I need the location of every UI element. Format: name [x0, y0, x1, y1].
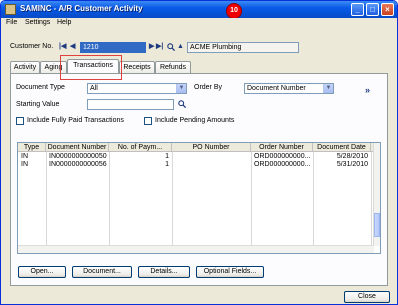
include-pending-checkbox[interactable] [144, 117, 152, 125]
tab-refunds[interactable]: Refunds [155, 61, 191, 73]
scrollbar-thumb[interactable] [374, 213, 380, 237]
app-icon [5, 4, 16, 15]
include-fully-paid-label: Include Fully Paid Transactions [27, 117, 124, 124]
menu-settings[interactable]: Settings [25, 19, 50, 26]
cell-order-number: ORD000000000... [254, 153, 311, 160]
customer-no-label: Customer No. [10, 43, 54, 50]
last-record-icon[interactable]: ▶| [156, 42, 163, 52]
customer-number-input[interactable]: 1210 [80, 42, 146, 53]
vertical-scrollbar[interactable] [373, 143, 380, 246]
maximize-button[interactable]: □ [366, 3, 379, 16]
window-close-button[interactable]: × [381, 3, 394, 16]
tab-receipts[interactable]: Receipts [119, 61, 155, 73]
column-header-po-number[interactable]: PO Number [172, 143, 251, 152]
document-button[interactable]: Document... [72, 266, 132, 278]
table-row[interactable]: IN IN0000000000056 1 ORD000000000... 5/3… [18, 161, 380, 169]
column-header-order-number[interactable]: Order Number [251, 143, 313, 152]
document-type-select[interactable]: All ▼ [87, 83, 187, 94]
cell-document-date: 5/28/2010 [336, 153, 368, 160]
cell-no-of-payments: 1 [165, 153, 169, 160]
cursor-step-badge: 10 [226, 3, 242, 19]
finder-search-icon[interactable] [178, 100, 186, 108]
customer-name-field: ACME Plumbing [187, 42, 299, 53]
cell-document-date: 5/31/2010 [336, 161, 368, 168]
starting-value-input[interactable] [87, 99, 174, 110]
chevron-down-icon: ▼ [323, 84, 333, 93]
document-type-label: Document Type [16, 84, 65, 91]
order-by-select[interactable]: Document Number ▼ [244, 83, 334, 94]
column-header-document-number[interactable]: Document Number [46, 143, 109, 152]
cell-order-number: ORD000000000... [254, 161, 311, 168]
cell-document-number: IN0000000000056 [49, 161, 107, 168]
cell-po-number [175, 153, 249, 161]
open-button[interactable]: Open... [18, 266, 66, 278]
chevron-down-icon: ▼ [176, 84, 186, 93]
table-row[interactable]: IN IN0000000000050 1 ORD000000000... 5/2… [18, 153, 380, 161]
cell-document-number: IN0000000000050 [49, 153, 107, 160]
cell-po-number [175, 161, 249, 169]
menu-help[interactable]: Help [57, 19, 71, 26]
column-header-no-of-payments[interactable]: No. of Paym... [109, 143, 172, 152]
menu-file[interactable]: File [6, 19, 17, 26]
starting-value-label: Starting Value [16, 101, 60, 108]
zoom-up-icon[interactable]: ▲ [177, 42, 184, 52]
cell-type: IN [21, 153, 28, 160]
document-type-value: All [90, 85, 98, 92]
first-record-icon[interactable]: |◀ [59, 42, 66, 52]
window-title: SAMINC - A/R Customer Activity [20, 4, 143, 13]
tab-highlight-box [60, 55, 122, 80]
cell-no-of-payments: 1 [165, 161, 169, 168]
title-bar[interactable]: SAMINC - A/R Customer Activity 10 _ □ × [1, 1, 397, 19]
horizontal-scrollbar[interactable] [18, 245, 374, 253]
optional-fields-button[interactable]: Optional Fields... [196, 266, 264, 278]
include-pending-label: Include Pending Amounts [155, 117, 235, 124]
order-by-label: Order By [194, 84, 223, 91]
close-button[interactable]: Close [344, 291, 390, 303]
ar-customer-activity-window: SAMINC - A/R Customer Activity 10 _ □ × … [0, 0, 398, 305]
transactions-table[interactable]: Type Document Number No. of Paym... PO N… [17, 142, 381, 254]
menu-bar: File Settings Help [1, 18, 397, 29]
details-button[interactable]: Details... [138, 266, 190, 278]
include-fully-paid-checkbox[interactable] [16, 117, 24, 125]
column-header-document-date[interactable]: Document Date [313, 143, 371, 152]
search-icon[interactable] [167, 43, 175, 51]
minimize-button[interactable]: _ [351, 3, 364, 16]
order-by-value: Document Number [247, 85, 306, 92]
previous-record-icon[interactable]: ◀ [70, 42, 75, 52]
more-options-icon[interactable]: » [365, 85, 370, 95]
cell-type: IN [21, 161, 28, 168]
next-record-icon[interactable]: ▶ [149, 42, 154, 52]
tab-activity[interactable]: Activity [10, 61, 40, 73]
column-header-type[interactable]: Type [18, 143, 46, 152]
table-header: Type Document Number No. of Paym... PO N… [18, 143, 378, 152]
